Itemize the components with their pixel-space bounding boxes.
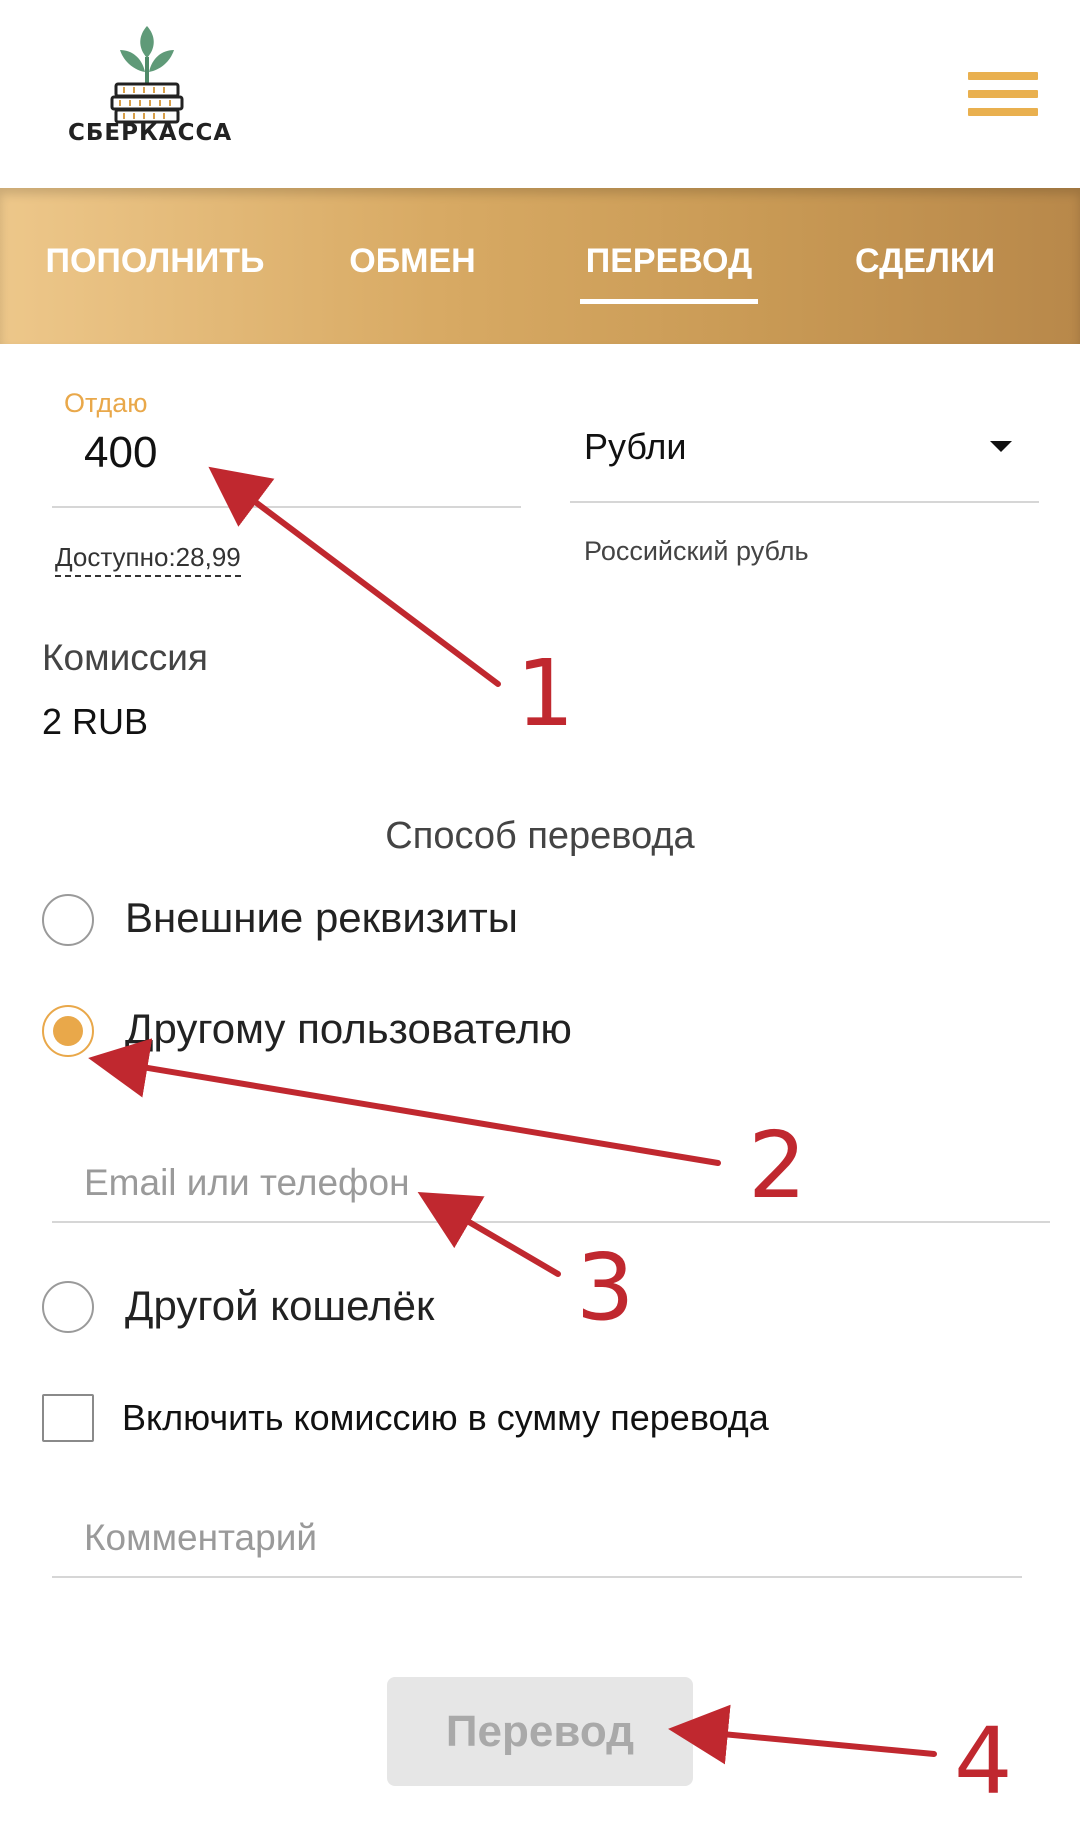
- currency-hint: Российский рубль: [584, 536, 809, 566]
- comment-input-underline: [52, 1576, 1022, 1578]
- annotation-number-2: 2: [748, 1112, 807, 1219]
- radio-other-wallet[interactable]: [42, 1281, 94, 1333]
- tab-deposit[interactable]: ПОПОЛНИТЬ: [40, 242, 270, 282]
- active-tab-indicator: [580, 299, 758, 304]
- tab-deals[interactable]: СДЕЛКИ: [845, 242, 1005, 282]
- annotation-number-4: 4: [954, 1708, 1013, 1815]
- commission-value: 2 RUB: [42, 701, 149, 742]
- currency-select-underline: [570, 501, 1039, 503]
- hamburger-menu-icon[interactable]: [968, 72, 1038, 116]
- recipient-input[interactable]: Email или телефон: [84, 1162, 410, 1204]
- logo-text: СБЕРКАССА: [68, 120, 233, 146]
- include-commission-label[interactable]: Включить комиссию в сумму перевода: [122, 1397, 769, 1439]
- tab-exchange[interactable]: ОБМЕН: [340, 242, 485, 282]
- commission-label: Комиссия: [42, 637, 208, 678]
- recipient-input-underline: [52, 1221, 1050, 1223]
- currency-select[interactable]: Рубли: [584, 426, 687, 468]
- available-balance-link[interactable]: Доступно:28,99: [55, 542, 241, 577]
- option-other-wallet-label[interactable]: Другой кошелёк: [125, 1282, 434, 1330]
- radio-other-user[interactable]: [42, 1005, 94, 1057]
- annotation-arrow-2: [88, 1038, 721, 1166]
- annotation-arrow-3: [417, 1191, 561, 1277]
- annotation-number-1: 1: [516, 640, 575, 747]
- give-amount-input[interactable]: 400: [84, 428, 157, 478]
- annotation-arrow-4: [668, 1704, 937, 1765]
- include-commission-checkbox[interactable]: [42, 1394, 94, 1442]
- option-external-details-label[interactable]: Внешние реквизиты: [125, 894, 518, 942]
- transfer-method-title: Способ перевода: [385, 815, 695, 857]
- comment-input[interactable]: Комментарий: [84, 1517, 317, 1559]
- tab-transfer[interactable]: ПЕРЕВОД: [572, 242, 766, 282]
- radio-selected-dot: [53, 1016, 83, 1046]
- give-label: Отдаю: [64, 388, 148, 418]
- option-other-user-label[interactable]: Другому пользователю: [125, 1005, 572, 1053]
- give-input-underline: [52, 506, 521, 508]
- transfer-submit-button[interactable]: Перевод: [387, 1677, 693, 1786]
- annotation-number-3: 3: [576, 1234, 635, 1341]
- chevron-down-icon[interactable]: [990, 441, 1012, 452]
- radio-external-details[interactable]: [42, 894, 94, 946]
